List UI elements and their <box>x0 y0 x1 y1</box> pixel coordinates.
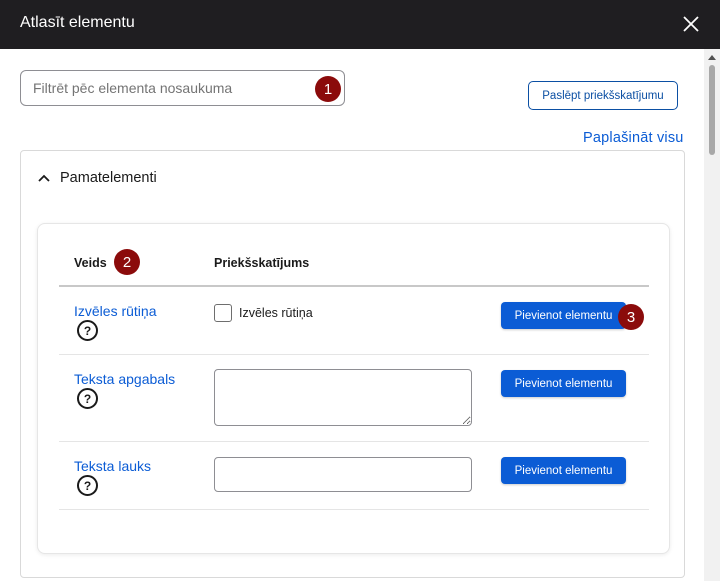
row-divider <box>59 441 649 442</box>
column-header-type: Veids <box>74 256 107 270</box>
chevron-up-icon <box>38 174 50 182</box>
row-divider <box>59 509 649 510</box>
add-element-button[interactable]: Pievienot elementu <box>501 370 626 397</box>
dialog-titlebar: Atlasīt elementu <box>0 0 720 49</box>
type-link-textarea[interactable]: Teksta apgabals <box>74 371 175 387</box>
marker-badge-1: 1 <box>315 76 341 102</box>
section-title: Pamatelementi <box>60 170 157 186</box>
elements-table-card: Veids 2 Priekšskatījums Izvēles rūtiņa ?… <box>37 223 670 554</box>
section-basic-elements: Pamatelementi Veids 2 Priekšskatījums Iz… <box>20 150 685 578</box>
column-header-preview: Priekšskatījums <box>214 256 310 270</box>
section-header[interactable]: Pamatelementi <box>37 167 157 189</box>
help-icon[interactable]: ? <box>77 320 98 341</box>
dialog-title: Atlasīt elementu <box>20 14 135 31</box>
marker-badge-2: 2 <box>114 249 140 275</box>
row-divider <box>59 354 649 355</box>
dialog-body: 1 Paslēpt priekšskatījumu Paplašināt vis… <box>0 49 704 581</box>
marker-badge-3: 3 <box>618 304 644 330</box>
scrollbar[interactable] <box>704 49 720 581</box>
preview-checkbox: Izvēles rūtiņa <box>214 304 313 322</box>
preview-text-input[interactable] <box>214 457 472 492</box>
checkbox[interactable] <box>214 304 232 322</box>
type-link-checkbox[interactable]: Izvēles rūtiņa <box>74 303 156 319</box>
filter-input[interactable] <box>20 70 345 106</box>
checkbox-label: Izvēles rūtiņa <box>239 306 313 320</box>
add-element-button[interactable]: Pievienot elementu <box>501 302 626 329</box>
add-element-button[interactable]: Pievienot elementu <box>501 457 626 484</box>
help-icon[interactable]: ? <box>77 475 98 496</box>
help-icon[interactable]: ? <box>77 388 98 409</box>
header-divider <box>59 285 649 287</box>
scrollbar-thumb[interactable] <box>709 65 715 155</box>
close-icon[interactable] <box>681 14 701 34</box>
hide-preview-button[interactable]: Paslēpt priekšskatījumu <box>528 81 678 110</box>
scroll-up-arrow-icon[interactable] <box>708 55 716 60</box>
expand-all-link[interactable]: Paplašināt visu <box>583 130 684 146</box>
preview-textarea[interactable] <box>214 369 472 426</box>
type-link-text-field[interactable]: Teksta lauks <box>74 458 151 474</box>
